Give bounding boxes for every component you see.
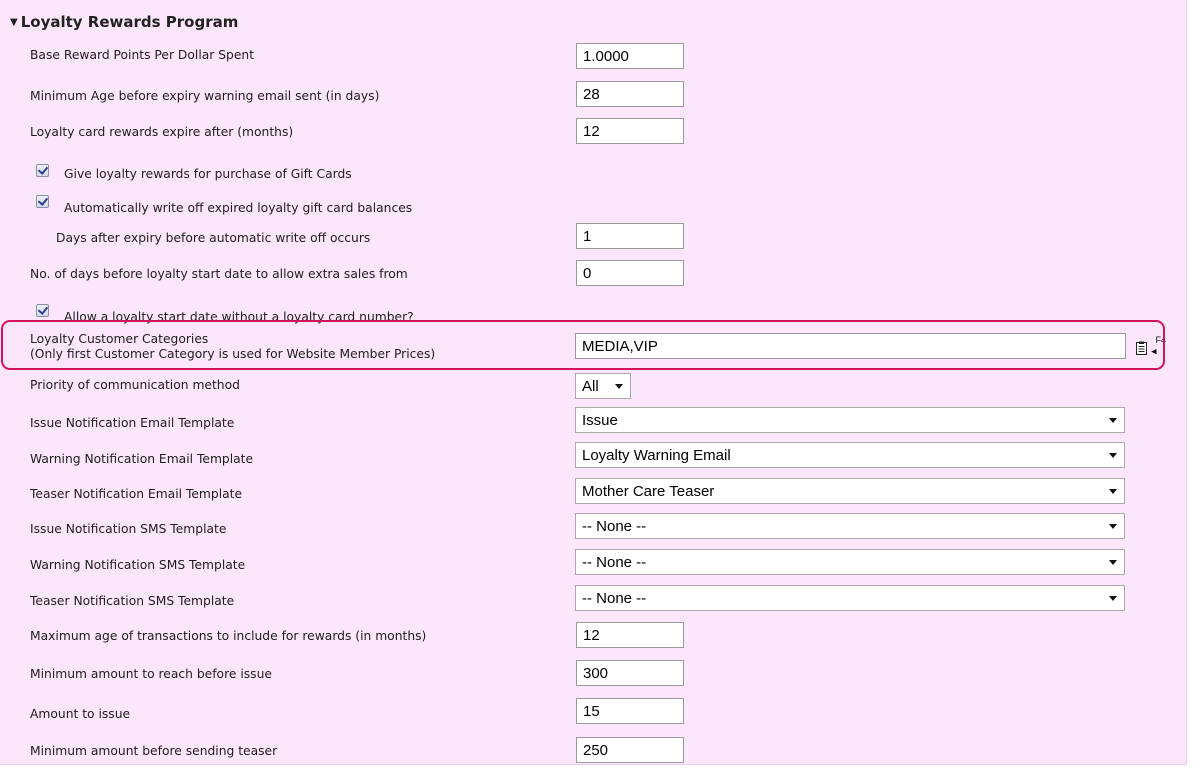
auto-write-off-checkbox[interactable] bbox=[36, 195, 49, 208]
collapse-triangle-icon[interactable]: ▼ bbox=[10, 17, 18, 28]
chevron-down-icon bbox=[1109, 560, 1117, 565]
issue-sms-label: Issue Notification SMS Template bbox=[30, 522, 227, 536]
days-before-start-label: No. of days before loyalty start date to… bbox=[30, 267, 408, 281]
min-amount-teaser-input[interactable]: 250 bbox=[576, 737, 684, 763]
loyalty-rewards-panel: ▼ Loyalty Rewards Program Base Reward Poi… bbox=[0, 0, 1187, 765]
amount-issue-input[interactable]: 15 bbox=[576, 698, 684, 724]
max-age-tx-input[interactable]: 12 bbox=[576, 622, 684, 648]
warning-email-label: Warning Notification Email Template bbox=[30, 452, 254, 466]
section-title: Loyalty Rewards Program bbox=[20, 13, 239, 31]
priority-select-value: All bbox=[582, 378, 599, 395]
issue-email-select[interactable]: Issue bbox=[575, 407, 1125, 433]
chevron-down-icon bbox=[1109, 453, 1117, 458]
min-amount-teaser-label: Minimum amount before sending teaser bbox=[30, 744, 278, 758]
chevron-down-icon bbox=[615, 384, 623, 389]
days-after-expiry-label: Days after expiry before automatic write… bbox=[56, 231, 371, 245]
issue-email-label: Issue Notification Email Template bbox=[30, 416, 235, 430]
min-amount-issue-label: Minimum amount to reach before issue bbox=[30, 667, 272, 681]
base-points-input[interactable]: 1.0000 bbox=[576, 43, 684, 69]
teaser-sms-select-value: -- None -- bbox=[582, 590, 647, 607]
section-header[interactable]: ▼ Loyalty Rewards Program bbox=[10, 13, 238, 31]
chevron-down-icon bbox=[1109, 418, 1117, 423]
base-points-label: Base Reward Points Per Dollar Spent bbox=[30, 48, 255, 62]
min-amount-issue-input[interactable]: 300 bbox=[576, 660, 684, 686]
min-age-warning-label: Minimum Age before expiry warning email … bbox=[30, 89, 380, 103]
highlight-box bbox=[1, 320, 1165, 370]
expire-after-label: Loyalty card rewards expire after (month… bbox=[30, 125, 294, 139]
gift-cards-checkbox[interactable] bbox=[36, 164, 49, 177]
warning-sms-select-value: -- None -- bbox=[582, 554, 647, 571]
issue-sms-select[interactable]: -- None -- bbox=[575, 513, 1125, 539]
warning-email-select-value: Loyalty Warning Email bbox=[582, 447, 731, 464]
priority-select[interactable]: All bbox=[575, 373, 631, 399]
gift-cards-label: Give loyalty rewards for purchase of Gif… bbox=[64, 167, 352, 181]
auto-write-off-label: Automatically write off expired loyalty … bbox=[64, 201, 413, 215]
days-after-expiry-input[interactable]: 1 bbox=[576, 223, 684, 249]
amount-issue-label: Amount to issue bbox=[30, 707, 131, 721]
chevron-down-icon bbox=[1109, 489, 1117, 494]
teaser-email-label: Teaser Notification Email Template bbox=[30, 487, 243, 501]
issue-email-select-value: Issue bbox=[582, 412, 618, 429]
issue-sms-select-value: -- None -- bbox=[582, 518, 647, 535]
chevron-down-icon bbox=[1109, 524, 1117, 529]
max-age-tx-label: Maximum age of transactions to include f… bbox=[30, 629, 427, 643]
warning-sms-label: Warning Notification SMS Template bbox=[30, 558, 246, 572]
teaser-email-select-value: Mother Care Teaser bbox=[582, 483, 715, 500]
chevron-down-icon bbox=[1109, 596, 1117, 601]
priority-label: Priority of communication method bbox=[30, 378, 240, 392]
warning-sms-select[interactable]: -- None -- bbox=[575, 549, 1125, 575]
min-age-warning-input[interactable]: 28 bbox=[576, 81, 684, 107]
days-before-start-input[interactable]: 0 bbox=[576, 260, 684, 286]
teaser-sms-select[interactable]: -- None -- bbox=[575, 585, 1125, 611]
warning-email-select[interactable]: Loyalty Warning Email bbox=[575, 442, 1125, 468]
teaser-sms-label: Teaser Notification SMS Template bbox=[30, 594, 235, 608]
expire-after-input[interactable]: 12 bbox=[576, 118, 684, 144]
allow-start-date-checkbox[interactable] bbox=[36, 304, 49, 317]
teaser-email-select[interactable]: Mother Care Teaser bbox=[575, 478, 1125, 504]
